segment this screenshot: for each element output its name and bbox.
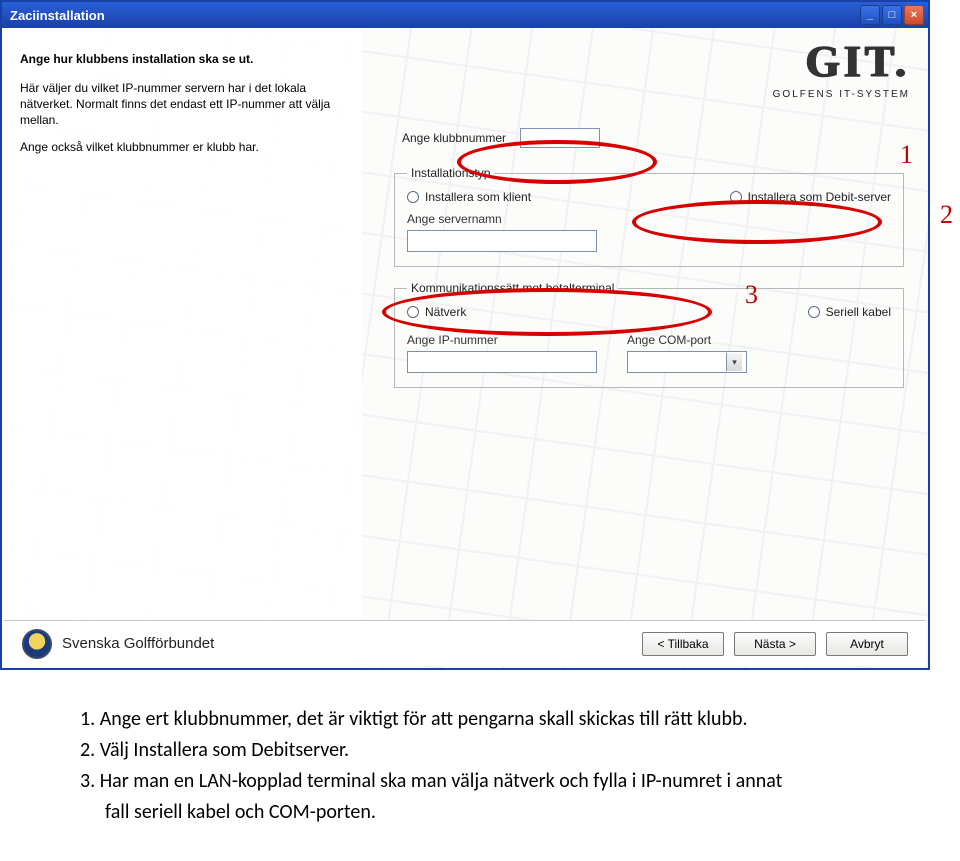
ip-field: Ange IP-nummer: [407, 333, 597, 373]
radio-natverk[interactable]: Nätverk: [407, 305, 466, 319]
com-port-select[interactable]: ▾: [627, 351, 747, 373]
annotation-number-1: 1: [900, 140, 913, 170]
radio-klient[interactable]: Installera som klient: [407, 190, 531, 204]
window-title: Zaciinstallation: [10, 8, 105, 23]
klubbnummer-input[interactable]: [520, 128, 600, 148]
panel-heading: Ange hur klubbens installation ska se ut…: [20, 52, 344, 66]
instruction-item: 2. Välj Installera som Debitserver.: [80, 737, 900, 764]
back-button[interactable]: < Tillbaka: [642, 632, 724, 656]
panel-paragraph: Ange också vilket klubbnummer er klubb h…: [20, 139, 344, 155]
logo: GIT. GOLFENS IT-SYSTEM: [773, 36, 910, 100]
annotation-number-2: 2: [940, 200, 953, 230]
servernamn-field: Ange servernamn: [407, 212, 891, 252]
instruction-item-cont: fall seriell kabel och COM-porten.: [80, 799, 900, 826]
panel-paragraph: Här väljer du vilket IP-nummer servern h…: [20, 80, 344, 129]
minimize-button[interactable]: _: [860, 5, 880, 25]
installationstyp-fieldset: Installationstyp Installera som klient I…: [394, 166, 904, 267]
radio-icon: [730, 191, 742, 203]
instructions-block: 1. Ange ert klubbnummer, det är viktigt …: [0, 700, 960, 826]
form-area: GIT. GOLFENS IT-SYSTEM Ange klubbnummer …: [362, 28, 928, 668]
logo-text: GIT.: [773, 36, 910, 87]
cancel-button[interactable]: Avbryt: [826, 632, 908, 656]
installationstyp-legend: Installationstyp: [407, 166, 494, 180]
ip-input[interactable]: [407, 351, 597, 373]
servernamn-input[interactable]: [407, 230, 597, 252]
footer-branding: Svenska Golfförbundet: [22, 629, 214, 659]
radio-icon: [407, 306, 419, 318]
radio-icon: [407, 191, 419, 203]
radio-debit[interactable]: Installera som Debit-server: [730, 190, 891, 204]
wizard-buttons: < Tillbaka Nästa > Avbryt: [642, 632, 908, 656]
servernamn-label: Ange servernamn: [407, 212, 891, 226]
org-name: Svenska Golfförbundet: [62, 635, 214, 652]
wizard-footer: Svenska Golfförbundet < Tillbaka Nästa >…: [4, 620, 926, 666]
close-button[interactable]: ×: [904, 5, 924, 25]
klubbnummer-row: Ange klubbnummer: [382, 128, 908, 148]
ip-label: Ange IP-nummer: [407, 333, 597, 347]
radio-klient-label: Installera som klient: [425, 190, 531, 204]
instruction-panel: Ange hur klubbens installation ska se ut…: [2, 28, 362, 668]
klubbnummer-label: Ange klubbnummer: [402, 131, 506, 145]
radio-seriell-label: Seriell kabel: [826, 305, 891, 319]
window-body: Ange hur klubbens installation ska se ut…: [2, 28, 928, 668]
installer-window: Zaciinstallation _ □ × Ange hur klubbens…: [0, 0, 930, 670]
chevron-down-icon: ▾: [726, 353, 742, 371]
maximize-button[interactable]: □: [882, 5, 902, 25]
annotation-number-3: 3: [745, 280, 758, 310]
instruction-item: 1. Ange ert klubbnummer, det är viktigt …: [80, 706, 900, 733]
next-button[interactable]: Nästa >: [734, 632, 816, 656]
kommunikation-legend: Kommunikationssätt mot betalterminal: [407, 281, 618, 295]
instruction-item: 3. Har man en LAN-kopplad terminal ska m…: [80, 768, 900, 795]
radio-seriell[interactable]: Seriell kabel: [808, 305, 891, 319]
sgf-logo-icon: [22, 629, 52, 659]
radio-debit-label: Installera som Debit-server: [748, 190, 891, 204]
kommunikation-fieldset: Kommunikationssätt mot betalterminal Nät…: [394, 281, 904, 388]
logo-subtitle: GOLFENS IT-SYSTEM: [773, 89, 910, 100]
radio-icon: [808, 306, 820, 318]
window-controls: _ □ ×: [860, 5, 924, 25]
titlebar[interactable]: Zaciinstallation _ □ ×: [2, 2, 928, 28]
com-field: Ange COM-port ▾: [627, 333, 747, 373]
com-label: Ange COM-port: [627, 333, 747, 347]
radio-natverk-label: Nätverk: [425, 305, 466, 319]
